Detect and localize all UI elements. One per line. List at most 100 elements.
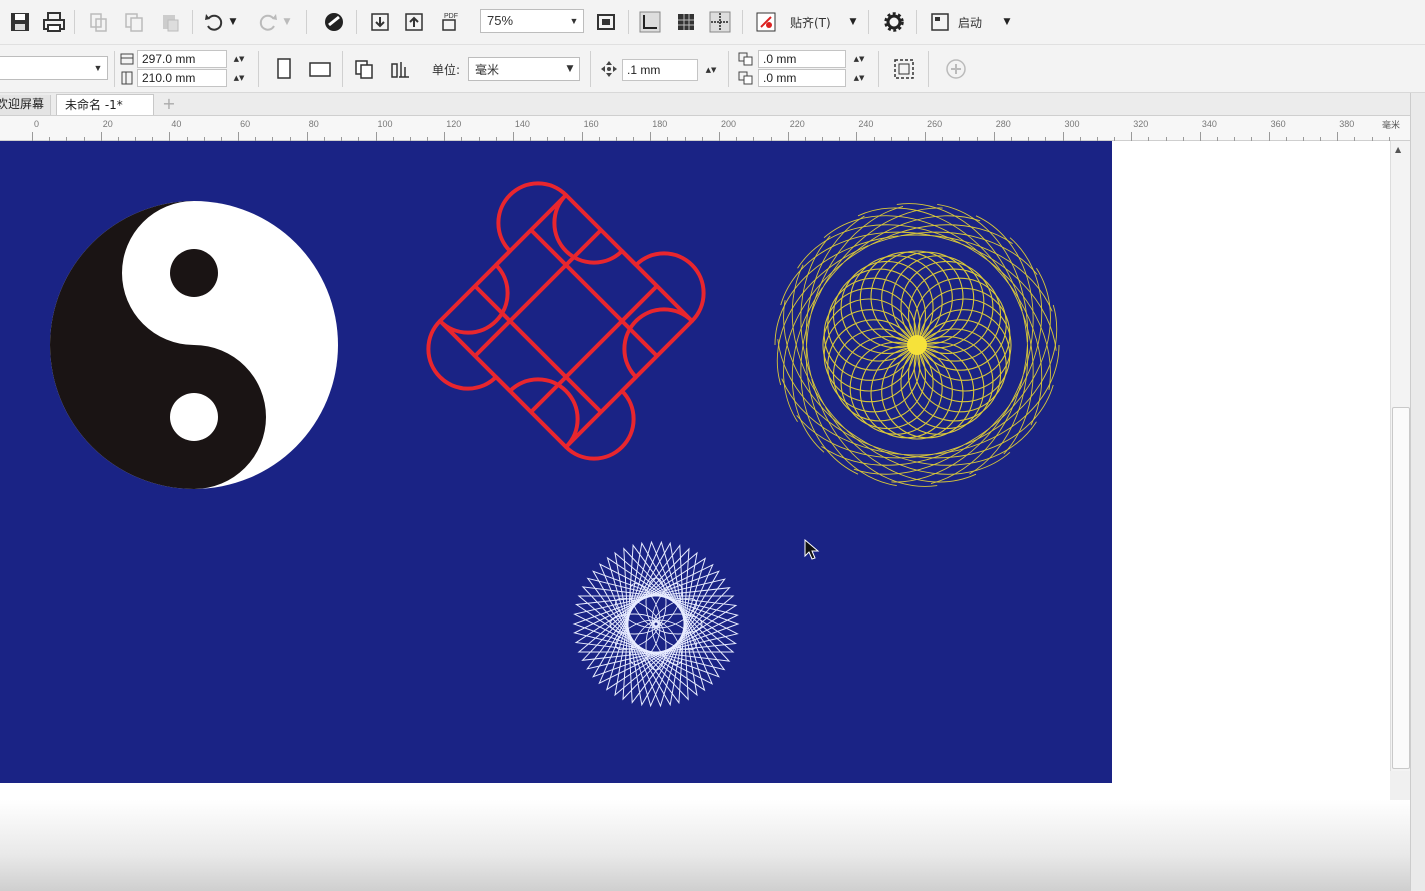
unit-label: 单位: [432,63,461,77]
landscape-icon[interactable] [306,55,334,83]
snap-to-label[interactable]: 贴齐(T) [790,14,831,31]
tab-welcome-screen[interactable]: 欢迎屏幕 [0,95,52,115]
horizontal-ruler: 0 20 40 60 80 100 120 140 160 180 200 220 240 260 280 3… [0,116,1425,141]
duplicate-y-icon [738,71,754,88]
unit-value: 毫米 [475,63,500,77]
page-height-field[interactable]: 210.0 mm [137,69,227,87]
property-bar: ▼ 297.0 mm ▲▼ 210.0 mm ▲▼ 单位: 毫米 ▼ .1 mm… [0,45,1425,93]
zoom-combo[interactable]: 75% ▼ [480,9,584,33]
show-grid-icon[interactable] [672,8,700,36]
ruler-label: 160 [583,119,599,129]
paste-icon[interactable] [156,8,184,36]
ruler-label: 260 [927,119,943,129]
ruler-tick [1337,132,1339,141]
snap-off-icon[interactable] [752,8,780,36]
duplicate-y-field[interactable]: .0 mm [758,69,846,87]
launch-dropdown-icon[interactable]: ▼ [1000,8,1014,36]
ruler-label: 20 [102,119,113,129]
paper-type-dropdown-icon[interactable]: ▼ [91,57,105,79]
ruler-unit-label: 毫米 [1382,121,1401,131]
copy-icon[interactable] [120,8,148,36]
page-height-icon [120,71,134,88]
duplicate-x-field[interactable]: .0 mm [758,50,846,68]
ruler-label: 100 [377,119,393,129]
cut-icon[interactable] [84,8,112,36]
ruler-tick [169,132,171,141]
nudge-spinner[interactable]: ▲▼ [700,61,722,79]
options-gear-icon[interactable] [880,8,908,36]
ruler-label: 200 [721,119,737,129]
ruler-tick [993,132,995,141]
ruler-tick [512,132,514,141]
ruler-tick [1062,132,1064,141]
unit-dropdown-icon[interactable]: ▼ [563,58,577,80]
document-tab-bar: 欢迎屏幕 未命名 -1* + [0,93,1425,116]
nudge-icon [600,60,618,81]
tab-untitled-1[interactable]: 未命名 -1* [56,94,154,115]
snap-dropdown-icon[interactable]: ▼ [846,8,860,36]
corel-connect-icon[interactable] [320,8,348,36]
duplicate-y-spinner[interactable]: ▲▼ [848,69,870,87]
page-frame-icon[interactable] [890,55,918,83]
redo-icon[interactable] [254,8,282,36]
chinese-knot[interactable] [426,181,706,461]
ruler-tick [1268,132,1270,141]
ruler-tick [1199,132,1201,141]
page-width-field[interactable]: 297.0 mm [137,50,227,68]
vertical-scrollbar[interactable]: ▲ [1390,141,1411,771]
star-rosette[interactable] [572,540,740,708]
ruler-label: 140 [514,119,530,129]
application-launcher-icon[interactable] [926,8,954,36]
ruler-label: 280 [995,119,1011,129]
ruler-tick [306,132,308,141]
ruler-tick [100,132,102,141]
svg-text:PDF: PDF [444,13,458,20]
current-page-icon[interactable] [386,55,414,83]
ruler-tick [32,132,33,141]
ruler-tick [650,132,652,141]
duplicate-x-spinner[interactable]: ▲▼ [848,50,870,68]
unit-combo[interactable]: 毫米 ▼ [468,57,580,81]
undo-icon[interactable] [200,8,228,36]
save-icon[interactable] [6,8,34,36]
ruler-label: 320 [1133,119,1149,129]
nudge-distance-field[interactable]: .1 mm [622,59,698,81]
ruler-label: 240 [858,119,874,129]
page-height-spinner[interactable]: ▲▼ [228,69,250,87]
drawing-canvas[interactable] [0,141,1390,891]
print-icon[interactable] [40,8,68,36]
ruler-tick [238,132,240,141]
docker-panel-edge[interactable] [1410,93,1425,891]
page-width-spinner[interactable]: ▲▼ [228,50,250,68]
zoom-value: 75% [487,13,514,28]
launch-label[interactable]: 启动 [958,14,982,31]
portrait-icon[interactable] [270,55,298,83]
export-icon[interactable] [400,8,428,36]
spirograph-flower[interactable] [738,166,1096,525]
ruler-label: 360 [1270,119,1286,129]
scroll-up-icon[interactable]: ▲ [1395,145,1401,154]
add-preset-icon[interactable] [942,55,970,83]
page-width-icon [120,52,134,69]
show-rulers-icon[interactable] [636,8,664,36]
workspace-bottom-area [0,800,1410,891]
all-pages-icon[interactable] [350,55,378,83]
document-page[interactable] [0,141,1112,783]
new-tab-icon[interactable]: + [160,96,178,112]
paper-type-combo[interactable]: ▼ [0,56,108,80]
scroll-thumb[interactable] [1392,407,1410,769]
redo-dropdown-icon[interactable]: ▼ [280,8,294,36]
publish-pdf-icon[interactable]: PDF [436,8,464,36]
zoom-dropdown-icon[interactable]: ▼ [567,10,581,32]
ruler-tick [925,132,927,141]
full-screen-preview-icon[interactable] [592,8,620,36]
ruler-label: 300 [1064,119,1080,129]
taiji-symbol[interactable] [50,201,338,489]
show-guidelines-icon[interactable] [706,8,734,36]
ruler-tick [375,132,377,141]
ruler-tick [444,132,446,141]
import-icon[interactable] [366,8,394,36]
undo-dropdown-icon[interactable]: ▼ [226,8,240,36]
duplicate-x-icon [738,52,754,69]
ruler-label: 120 [446,119,462,129]
